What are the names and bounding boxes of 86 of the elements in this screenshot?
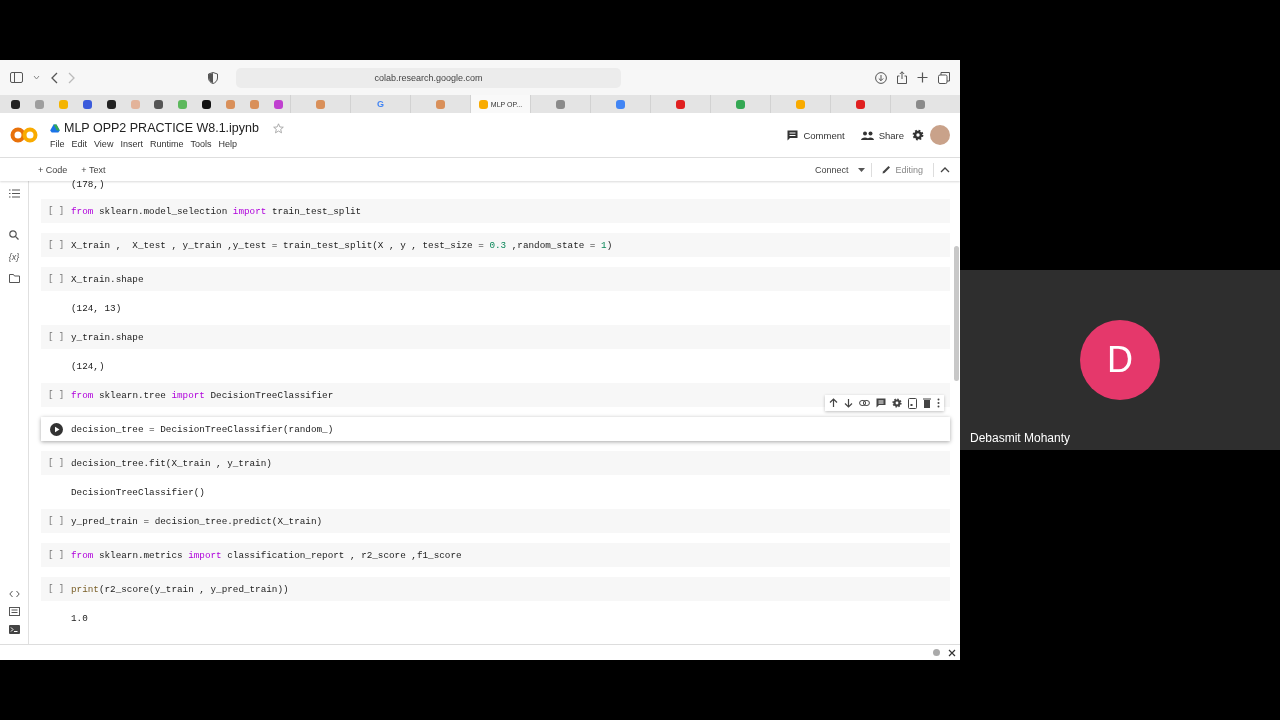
cell-output: (124, 13) [70,303,123,315]
comment-icon[interactable] [876,398,886,408]
menu-item[interactable]: Help [218,139,237,149]
share-button[interactable]: Share [852,129,912,141]
participant-avatar: D [1080,320,1160,400]
comment-icon [787,129,799,141]
close-icon[interactable] [948,648,956,657]
dropdown-caret-icon[interactable] [858,167,866,172]
menu-item[interactable]: File [50,139,65,149]
cell-prompt: [ ] [46,458,66,468]
star-icon[interactable] [273,122,284,134]
mirror-cell-icon[interactable] [908,397,917,409]
menu-item[interactable]: View [94,139,114,149]
add-cell-button[interactable]: + Code [34,162,72,177]
code-cell[interactable]: [ ] y_pred_train = decision_tree.predict(X_train) [41,509,950,533]
code-line: X_train , X_test , y_train ,y_test = train_test_split(X , y , test_size = 0.3 ,random_state = 1) [71,239,613,251]
connect-button[interactable]: Connect [810,162,853,177]
comment-button[interactable]: Comment [779,129,853,141]
code-line: from sklearn.metrics import classification_report , r2_score ,f1_score [71,549,462,561]
cell-prompt: [ ] [46,274,66,284]
delete-icon[interactable] [923,398,931,408]
menu-item[interactable]: Edit [71,139,88,149]
code-line: decision_tree.fit(X_train , y_train) [71,457,272,469]
cell-output: DecisionTreeClassifier() [70,487,206,499]
menu-item[interactable]: Runtime [149,139,184,149]
code-cell[interactable]: [ ] decision_tree.fit(X_train , y_train) [41,451,950,475]
cell-prompt: [ ] [46,390,66,400]
folder-icon[interactable] [8,274,20,283]
code-cell[interactable]: [ ] X_train , X_test , y_train ,y_test = train_test_split(X , y , test_size = 0.3 ,random_state = 1) [41,233,950,257]
cell-output: 1.0 [70,613,89,625]
cell-output: (178,) [70,179,106,191]
arrow-up-icon[interactable] [829,398,838,408]
terminal-icon[interactable] [8,625,20,634]
download-icon[interactable] [875,71,887,84]
link-icon[interactable] [859,399,870,407]
command-palette-icon[interactable] [8,607,20,616]
more-icon[interactable] [937,398,940,408]
cell-prompt: [ ] [46,584,66,594]
table-of-contents-icon[interactable] [8,189,20,198]
cell-prompt: [ ] [46,516,66,526]
chevron-down-icon[interactable] [33,75,40,80]
new-tab-icon[interactable] [917,72,928,83]
code-line: X_train.shape [71,273,144,285]
notebook-title[interactable]: MLP OPP2 PRACTICE W8.1.ipynb [64,121,259,135]
cell-prompt: [ ] [46,332,66,342]
code-line: from sklearn.model_selection import train_test_split [71,205,362,217]
people-icon [860,130,874,140]
cell-prompt: [ ] [46,550,66,560]
variables-button[interactable]: {x} [8,252,20,262]
cell-prompt: [ ] [46,206,66,216]
cell-prompt: [ ] [46,240,66,250]
code-line: y_train.shape [71,331,144,343]
code-cell[interactable]: [ ] print(r2_score(y_train , y_pred_train)) [41,577,950,601]
menu-item[interactable]: Insert [120,139,143,149]
share-icon[interactable] [897,71,907,84]
pencil-icon [882,165,892,174]
settings-icon[interactable] [912,129,924,141]
status-indicator-icon [933,649,940,656]
code-cell[interactable]: [ ] from sklearn.tree import DecisionTreeClassifier [41,383,950,407]
add-cell-button[interactable]: + Text [77,162,110,177]
collapse-icon[interactable] [940,166,950,173]
code-line: y_pred_train = decision_tree.predict(X_train) [71,515,323,527]
back-icon[interactable] [50,71,58,84]
code-cell[interactable]: [ ] from sklearn.metrics import classification_report , r2_score ,f1_score [41,543,950,567]
participant-name: Debasmit Mohanty [970,431,1071,445]
tab-overview-icon[interactable] [938,71,950,84]
code-line: from sklearn.tree import DecisionTreeClassifier [71,389,334,401]
code-cell[interactable]: [ ] from sklearn.model_selection import train_test_split [41,199,950,223]
menu-item[interactable]: Tools [190,139,212,149]
sidebar-icon[interactable] [10,72,23,83]
code-cell[interactable]: [ ] y_train.shape [41,325,950,349]
code-line: print(r2_score(y_train , y_pred_train)) [71,583,289,595]
settings-icon[interactable] [892,398,902,408]
code-cell[interactable]: [ ] X_train.shape [41,267,950,291]
scrollbar[interactable] [954,246,959,381]
code-line: decision_tree = DecisionTreeClassifier(random_) [71,423,334,435]
colab-logo-icon [10,127,38,143]
address-bar[interactable]: colab.research.google.com [236,67,621,88]
search-icon[interactable] [9,230,19,240]
editing-mode-button[interactable]: Editing [878,162,927,177]
run-button-icon[interactable] [49,422,63,436]
drive-icon [50,123,60,133]
arrow-down-icon[interactable] [844,398,853,408]
cell-output: (124,) [70,361,106,373]
code-snippets-icon[interactable] [8,590,20,598]
shield-icon[interactable] [208,71,218,84]
